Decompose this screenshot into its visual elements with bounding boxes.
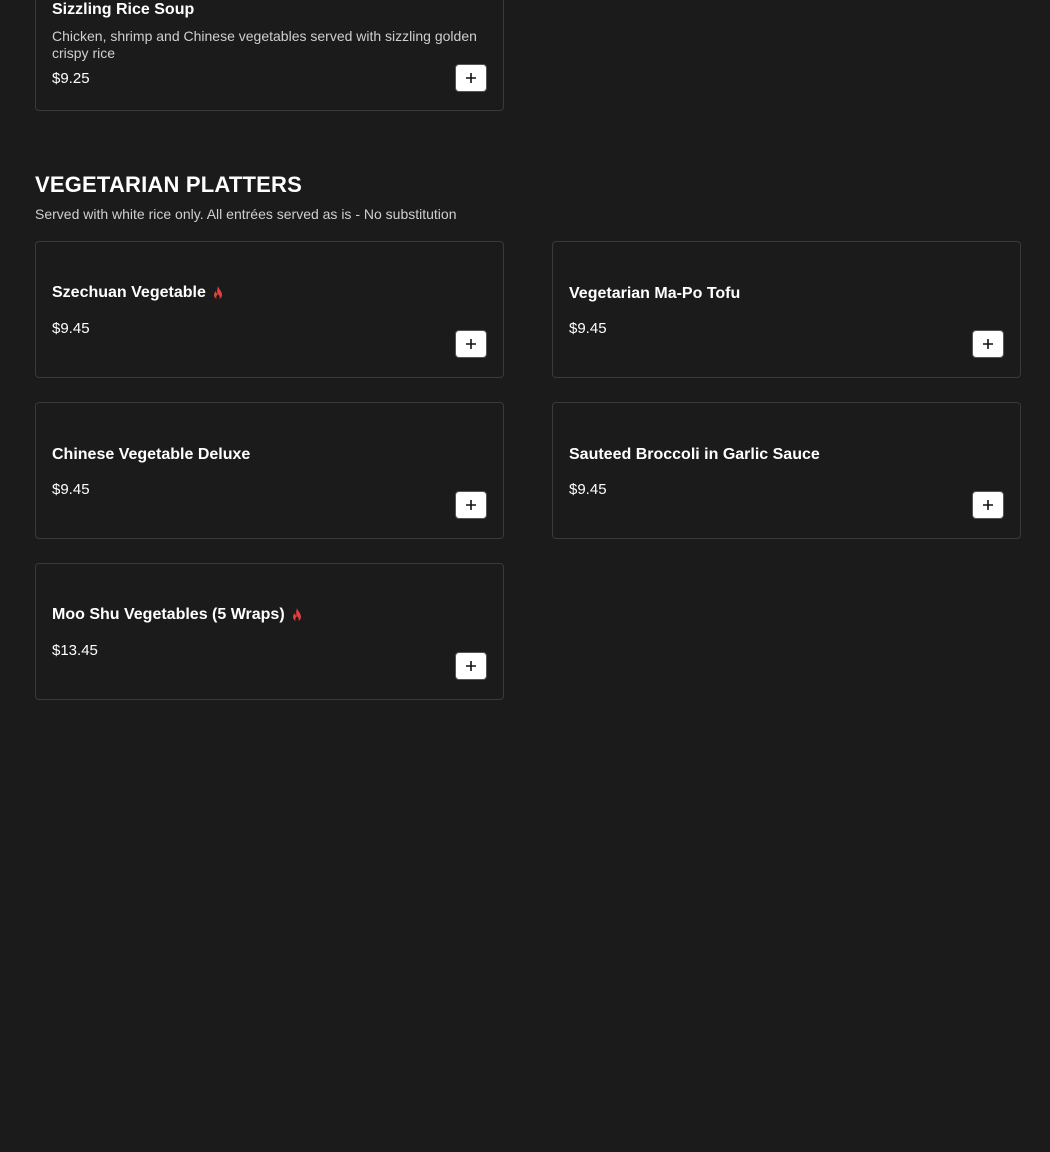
add-to-cart-button[interactable]: [972, 491, 1004, 519]
menu-item-card[interactable]: Moo Shu Vegetables (5 Wraps) $13.45: [35, 563, 504, 700]
item-name-text: Moo Shu Vegetables (5 Wraps): [52, 606, 285, 623]
menu-item-card[interactable]: Vegetarian Ma-Po Tofu $9.45: [552, 241, 1021, 378]
item-name: Sizzling Rice Soup: [52, 1, 194, 19]
flame-icon: [292, 608, 301, 621]
item-name-text: Sizzling Rice Soup: [52, 1, 195, 18]
item-name: Sauteed Broccoli in Garlic Sauce: [569, 446, 820, 464]
menu-item-card[interactable]: Szechuan Vegetable $9.45: [35, 241, 504, 378]
menu-item-card[interactable]: Sauteed Broccoli in Garlic Sauce $9.45: [552, 402, 1021, 539]
add-to-cart-button[interactable]: [455, 330, 487, 358]
add-to-cart-button[interactable]: [455, 64, 487, 92]
item-price: $9.45: [52, 481, 90, 498]
item-name-text: Szechuan Vegetable: [52, 284, 206, 301]
add-to-cart-button[interactable]: [972, 330, 1004, 358]
item-price: $13.45: [52, 642, 98, 659]
menu-item-card[interactable]: Chinese Vegetable Deluxe $9.45: [35, 402, 504, 539]
add-to-cart-button[interactable]: [455, 491, 487, 519]
item-price: $9.25: [52, 70, 90, 87]
plus-icon: [466, 500, 476, 510]
flame-icon: [213, 286, 222, 299]
item-name: Szechuan Vegetable: [52, 284, 224, 302]
plus-icon: [983, 500, 993, 510]
item-name: Vegetarian Ma-Po Tofu: [569, 285, 740, 303]
plus-icon: [466, 661, 476, 671]
plus-icon: [466, 73, 476, 83]
section-subtitle: Served with white rice only. All entrées…: [35, 206, 457, 222]
plus-icon: [983, 339, 993, 349]
item-price: $9.45: [569, 481, 607, 498]
plus-icon: [466, 339, 476, 349]
item-name-text: Chinese Vegetable Deluxe: [52, 446, 251, 463]
item-price: $9.45: [52, 320, 90, 337]
item-name-text: Vegetarian Ma-Po Tofu: [569, 285, 741, 302]
menu-item-card[interactable]: Sizzling Rice Soup Chicken, shrimp and C…: [35, 0, 504, 111]
item-price: $9.45: [569, 320, 607, 337]
item-name: Moo Shu Vegetables (5 Wraps): [52, 606, 303, 624]
add-to-cart-button[interactable]: [455, 652, 487, 680]
item-name-text: Sauteed Broccoli in Garlic Sauce: [569, 446, 820, 463]
section-title: VEGETARIAN PLATTERS: [35, 172, 302, 197]
item-description: Chicken, shrimp and Chinese vegetables s…: [52, 28, 477, 61]
item-name: Chinese Vegetable Deluxe: [52, 446, 250, 464]
